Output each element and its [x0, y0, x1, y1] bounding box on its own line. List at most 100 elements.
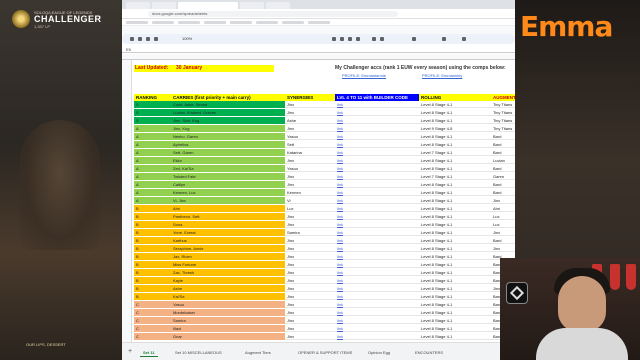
- leveling-link-cell[interactable]: link: [335, 325, 419, 332]
- leveling-link-cell[interactable]: link: [335, 253, 419, 260]
- leveling-link-cell[interactable]: link: [335, 117, 419, 124]
- table-row[interactable]: B Kai'Sa Jinx link Level 8 Stage 4-1 Bard: [134, 293, 515, 300]
- table-row[interactable]: A Twisted Fate Jinx link Level 7 Stage 4-1 Ga…: [134, 173, 515, 180]
- leveling-link-cell[interactable]: link: [335, 173, 419, 180]
- browser-tab[interactable]: [266, 2, 290, 9]
- filter-icon[interactable]: [462, 37, 466, 41]
- bold-icon[interactable]: [332, 37, 336, 41]
- profile-link[interactable]: PROFILE: Emmastarmie: [342, 73, 386, 78]
- zoom-select[interactable]: 100%: [182, 36, 192, 41]
- sheet-tab[interactable]: Set 11: [140, 348, 158, 357]
- table-row[interactable]: B Jax, Riven Jinx link Level 8 Stage 4-1 Bard: [134, 253, 515, 260]
- leveling-link-cell[interactable]: link: [335, 309, 419, 316]
- italic-icon[interactable]: [340, 37, 344, 41]
- bookmark[interactable]: [256, 21, 278, 24]
- table-row[interactable]: B Kayle Jinx link Level 8 Stage 4-1 Bard: [134, 277, 515, 284]
- table-row[interactable]: B Miss Fortune Jinx link Level 8 Stage 4-1 Ba…: [134, 261, 515, 268]
- bookmark[interactable]: [230, 21, 252, 24]
- table-row[interactable]: B Ahri Lux link Level 8 Stage 4-1 Ahri: [134, 205, 515, 212]
- leveling-link-cell[interactable]: link: [335, 109, 419, 116]
- redo-icon[interactable]: [138, 37, 142, 41]
- leveling-link-cell[interactable]: link: [335, 197, 419, 204]
- leveling-link-cell[interactable]: link: [335, 237, 419, 244]
- table-row[interactable]: C Yasuo Jinx link Level 8 Stage 4-1 Bard: [134, 301, 515, 308]
- leveling-link-cell[interactable]: link: [335, 213, 419, 220]
- table-row[interactable]: S Jinx, Sivir, Kog Ashe link Level 8 Stage 4…: [134, 117, 515, 124]
- browser-tab[interactable]: [152, 2, 176, 9]
- name-box[interactable]: E5: [126, 47, 131, 52]
- sheet-tab[interactable]: OPENER & SUPPORT ITEMS: [295, 348, 355, 357]
- browser-tab-active[interactable]: [178, 2, 238, 9]
- sheet-tab[interactable]: Augment Tiers: [242, 348, 274, 357]
- table-row[interactable]: B Seraphine, Annie Jinx link Level 8 Stage 4…: [134, 245, 515, 252]
- url-input[interactable]: docs.google.com/spreadsheets: [148, 11, 398, 17]
- leveling-link-cell[interactable]: link: [335, 221, 419, 228]
- bookmark[interactable]: [152, 21, 174, 24]
- sheet-tab[interactable]: ENCOUNTERS: [412, 348, 446, 357]
- table-row[interactable]: S Corki, Ashe, Senna Jinx link Level 8 Stage…: [134, 101, 515, 108]
- table-row[interactable]: B Sona Jinx link Level 8 Stage 4-1 Lux: [134, 221, 515, 228]
- leveling-link-cell[interactable]: link: [335, 317, 419, 324]
- leveling-link-cell[interactable]: link: [335, 181, 419, 188]
- leveling-link-cell[interactable]: link: [335, 245, 419, 252]
- bookmark[interactable]: [126, 21, 148, 24]
- table-row[interactable]: A Kennen, Lux Kennen link Level 8 Stage 4-1 B…: [134, 189, 515, 196]
- browser-tab[interactable]: [240, 2, 264, 9]
- bookmark[interactable]: [282, 21, 304, 24]
- table-row[interactable]: S Lucian, Kindred, Graves Jinx link Level 8 …: [134, 109, 515, 116]
- leveling-link-cell[interactable]: link: [335, 101, 419, 108]
- leveling-link-cell[interactable]: link: [335, 125, 419, 132]
- paint-format-icon[interactable]: [154, 37, 158, 41]
- table-row[interactable]: A Jinx, Kog Jinx link Level 9 Stage 4-5 Tiny …: [134, 125, 515, 132]
- table-row[interactable]: A Caitlyn Jinx link Level 8 Stage 4-1 Bard: [134, 181, 515, 188]
- table-row[interactable]: B Yone, Ezreal Samira link Level 8 Stage 4-1…: [134, 229, 515, 236]
- table-row[interactable]: C Mordekaiser Jinx link Level 8 Stage 4-1 Bar…: [134, 309, 515, 316]
- table-row[interactable]: C Gnar Jinx link Level 8 Stage 4-1 Bard: [134, 333, 515, 340]
- table-row[interactable]: A Neeko, Garen Yasuo link Level 8 Stage 4-1 B…: [134, 133, 515, 140]
- leveling-link-cell[interactable]: link: [335, 149, 419, 156]
- print-icon[interactable]: [146, 37, 150, 41]
- table-row[interactable]: C Samira Jinx link Level 8 Stage 4-1 Bard: [134, 317, 515, 324]
- leveling-link-cell[interactable]: link: [335, 301, 419, 308]
- fill-color-icon[interactable]: [372, 37, 376, 41]
- table-row[interactable]: A Sett, Garen Katarina link Level 7 Stage 4-…: [134, 149, 515, 156]
- strikethrough-icon[interactable]: [348, 37, 352, 41]
- table-row[interactable]: C Illaoi Jinx link Level 8 Stage 4-1 Bard: [134, 325, 515, 332]
- borders-icon[interactable]: [380, 37, 384, 41]
- last-updated-label: Last Updated:: [134, 65, 174, 72]
- leveling-link-cell[interactable]: link: [335, 269, 419, 276]
- bookmark[interactable]: [178, 21, 200, 24]
- bookmark[interactable]: [308, 21, 330, 24]
- leveling-link-cell[interactable]: link: [335, 165, 419, 172]
- profile-link[interactable]: PROFILE: Emmashiny: [422, 73, 462, 78]
- formula-bar[interactable]: E5: [122, 45, 515, 53]
- leveling-link-cell[interactable]: link: [335, 333, 419, 340]
- leveling-link-cell[interactable]: link: [335, 141, 419, 148]
- table-row[interactable]: B Ashe Jinx link Level 8 Stage 4-1 Jinx: [134, 285, 515, 292]
- leveling-link-cell[interactable]: link: [335, 133, 419, 140]
- align-icon[interactable]: [412, 37, 416, 41]
- bookmark[interactable]: [204, 21, 226, 24]
- sheet-tab[interactable]: Set 10 MISCELLANEOUS: [172, 348, 225, 357]
- text-color-icon[interactable]: [356, 37, 360, 41]
- table-row[interactable]: B Karthus Jinx link Level 8 Stage 4-1 Bard: [134, 237, 515, 244]
- table-row[interactable]: B Zac, Thresh Jinx link Level 8 Stage 4-1 Bar…: [134, 269, 515, 276]
- table-row[interactable]: A Ekko Jinx link Level 8 Stage 4-1 Lucian: [134, 157, 515, 164]
- sheet-tab[interactable]: Opinion Egg: [365, 348, 393, 357]
- leveling-link-cell[interactable]: link: [335, 293, 419, 300]
- table-row[interactable]: A Zed, Kai'Sa Yasuo link Level 8 Stage 4-1 Ba…: [134, 165, 515, 172]
- leveling-link-cell[interactable]: link: [335, 189, 419, 196]
- leveling-link-cell[interactable]: link: [335, 157, 419, 164]
- table-row[interactable]: A Vi, Jinx Vi link Level 8 Stage 4-1 Jinx: [134, 197, 515, 204]
- add-sheet-icon[interactable]: +: [128, 348, 132, 355]
- table-row[interactable]: B Pantheon, Sett Jinx link Level 8 Stage 4-1…: [134, 213, 515, 220]
- table-row[interactable]: A Aphelios Sett link Level 8 Stage 4-1 Bard: [134, 141, 515, 148]
- leveling-link-cell[interactable]: link: [335, 229, 419, 236]
- leveling-link-cell[interactable]: link: [335, 277, 419, 284]
- browser-tab[interactable]: [126, 2, 150, 9]
- leveling-link-cell[interactable]: link: [335, 205, 419, 212]
- leveling-link-cell[interactable]: link: [335, 285, 419, 292]
- leveling-link-cell[interactable]: link: [335, 261, 419, 268]
- link-icon[interactable]: [442, 37, 446, 41]
- undo-icon[interactable]: [130, 37, 134, 41]
